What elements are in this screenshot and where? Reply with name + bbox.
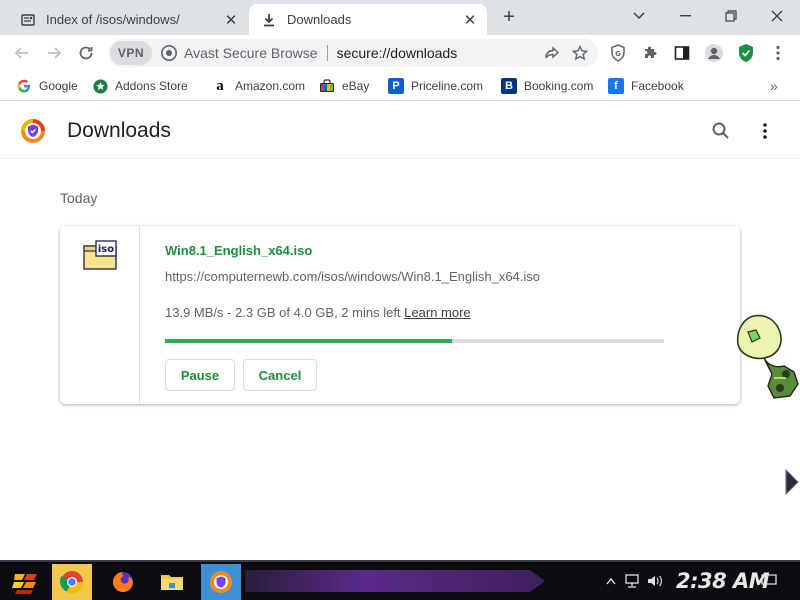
bookmark-label: Amazon.com [235, 79, 306, 93]
desktop-pointer-icon [784, 468, 800, 496]
extensions-puzzle-icon[interactable] [638, 41, 662, 65]
url-text[interactable]: secure://downloads [337, 45, 542, 61]
tab-strip: Index of /isos/windows/ ✕ Downloads ✕ + [0, 0, 800, 35]
amazon-icon: a [216, 77, 224, 94]
download-progress-fill [165, 339, 452, 343]
download-source-url[interactable]: https://computernewb.com/isos/windows/Wi… [165, 269, 540, 284]
bookmark-label: Google [39, 79, 78, 93]
bookmark-label: Booking.com [524, 79, 594, 93]
site-name: Avast Secure Browse [184, 45, 318, 61]
bookmark-addons-store[interactable]: Addons Store [92, 77, 188, 95]
svg-text:G: G [615, 50, 621, 58]
bookmarks-overflow-chevron-icon[interactable]: » [770, 77, 778, 95]
tab-search-chevron-icon[interactable] [616, 5, 662, 27]
download-status: 13.9 MB/s - 2.3 GB of 4.0 GB, 2 mins lef… [165, 305, 471, 320]
bookmark-label: Priceline.com [411, 79, 484, 93]
bookmark-facebook[interactable]: f Facebook [608, 77, 684, 95]
more-actions-icon[interactable] [757, 121, 773, 141]
close-tab-icon[interactable]: ✕ [222, 11, 240, 29]
pause-button[interactable]: Pause [165, 359, 235, 391]
divider [326, 45, 328, 61]
download-icon [261, 12, 277, 28]
close-tab-icon[interactable]: ✕ [461, 11, 479, 29]
tab-title: Downloads [287, 12, 352, 27]
bookmark-star-icon[interactable] [570, 43, 590, 63]
back-button[interactable] [10, 41, 34, 65]
cancel-button[interactable]: Cancel [243, 359, 317, 391]
notifications-icon[interactable] [760, 574, 778, 588]
avast-security-icon[interactable] [734, 41, 758, 65]
page-favicon-icon [20, 12, 36, 28]
bookmark-amazon[interactable]: a Amazon.com [212, 77, 305, 95]
profile-avatar[interactable] [702, 41, 726, 65]
download-progress-bar [165, 339, 664, 343]
browser-toolbar: VPN Avast Secure Browse secure://downloa… [0, 35, 800, 71]
avast-browser-logo-icon [20, 118, 46, 144]
date-section-label: Today [60, 190, 98, 206]
reload-button[interactable] [74, 41, 98, 65]
desktop-character-artwork [734, 308, 800, 400]
side-panel-icon[interactable] [670, 41, 694, 65]
taskbar: 2:38 AM [0, 560, 800, 600]
bookmark-label: eBay [342, 79, 370, 93]
page-title: Downloads [67, 119, 171, 142]
share-icon[interactable] [542, 43, 562, 63]
download-progress-text: 13.9 MB/s - 2.3 GB of 4.0 GB, 2 mins lef… [165, 305, 401, 320]
search-downloads-icon[interactable] [711, 121, 731, 141]
booking-icon: B [501, 78, 517, 94]
facebook-icon: f [608, 78, 624, 94]
taskbar-avast-browser[interactable] [201, 564, 241, 600]
tab-index-of-isos[interactable]: Index of /isos/windows/ ✕ [8, 4, 248, 35]
bookmark-label: Facebook [631, 79, 684, 93]
download-item-card: iso Win8.1_English_x64.iso https://compu… [60, 226, 740, 404]
volume-icon[interactable] [647, 574, 663, 588]
browser-menu-icon[interactable] [766, 41, 790, 65]
bookmark-booking[interactable]: B Booking.com [501, 77, 593, 95]
new-tab-button[interactable]: + [499, 7, 519, 28]
google-icon [16, 78, 32, 94]
bookmarks-bar: Google Addons Store a Amazon.com eBay P … [0, 71, 800, 101]
address-bar[interactable]: VPN Avast Secure Browse secure://downloa… [108, 39, 598, 67]
iso-icon-label: iso [98, 244, 114, 255]
downloads-header: Downloads [0, 102, 800, 159]
download-icon-column: iso [60, 226, 140, 404]
start-button[interactable] [6, 564, 46, 600]
taskbar-file-explorer[interactable] [152, 564, 192, 600]
bookmark-google[interactable]: Google [16, 77, 78, 95]
bookmark-priceline[interactable]: P Priceline.com [388, 77, 483, 95]
network-icon[interactable] [624, 574, 640, 588]
tab-downloads[interactable]: Downloads ✕ [249, 4, 487, 35]
iso-file-icon: iso [83, 240, 117, 270]
site-info-icon[interactable] [160, 44, 178, 62]
restore-button[interactable] [708, 5, 754, 27]
minimize-button[interactable] [662, 5, 708, 27]
priceline-icon: P [388, 78, 404, 94]
taskbar-clock[interactable]: 2:38 AM [676, 569, 770, 593]
learn-more-link[interactable]: Learn more [404, 305, 470, 320]
forward-button[interactable] [42, 41, 66, 65]
download-file-name-link[interactable]: Win8.1_English_x64.iso [165, 243, 312, 258]
tray-overflow-icon[interactable] [603, 574, 619, 588]
privacy-shield-icon[interactable]: G [606, 41, 630, 65]
addons-store-icon [92, 78, 108, 94]
close-window-button[interactable] [754, 5, 800, 27]
bookmark-label: Addons Store [115, 79, 188, 93]
bookmark-ebay[interactable]: eBay [319, 77, 369, 95]
taskbar-chrome[interactable] [52, 564, 92, 600]
vpn-button[interactable]: VPN [110, 41, 152, 65]
tab-title: Index of /isos/windows/ [46, 12, 180, 27]
ebay-icon [319, 78, 335, 94]
taskbar-firefox[interactable] [103, 564, 143, 600]
taskbar-decoration [245, 570, 545, 592]
